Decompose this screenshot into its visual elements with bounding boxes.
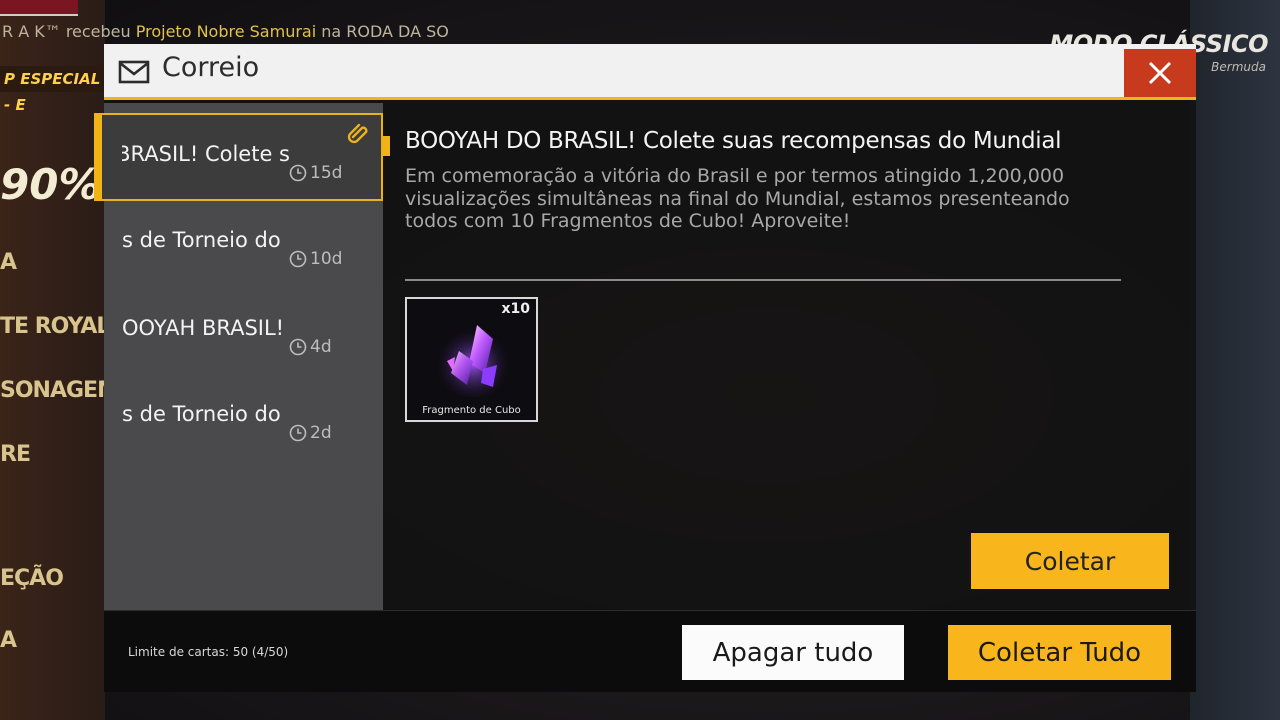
mail-list-item-selected[interactable]: BRASIL! Colete s 15d — [94, 113, 383, 201]
mail-age-label: 10d — [310, 249, 343, 269]
mail-age-label: 2d — [310, 423, 332, 443]
attachment-icon — [347, 123, 368, 144]
delete-all-button[interactable]: Apagar tudo — [682, 625, 904, 680]
mail-age-label: 15d — [310, 163, 343, 183]
modal-header: Correio — [104, 44, 1196, 100]
mail-limit-text: Limite de cartas: 50 (4/50) — [128, 645, 289, 659]
news-ticker: R A K™ recebeu Projeto Nobre Samurai na … — [0, 22, 560, 46]
title-marker — [383, 136, 390, 156]
close-icon — [1148, 61, 1172, 85]
mail-list-item[interactable]: OOYAH BRASIL! 4d — [104, 289, 383, 377]
promo-banner: P ESPECIAL - E — [0, 66, 110, 114]
mail-title: BOOYAH DO BRASIL! Colete suas recompensa… — [405, 128, 1062, 154]
collect-all-button[interactable]: Coletar Tudo — [948, 625, 1171, 680]
side-menu-item: SONAGEM — [0, 378, 119, 403]
modal-title: Correio — [162, 52, 260, 83]
side-menu-item: RE — [0, 442, 31, 467]
side-menu-item: EÇÃO — [0, 566, 64, 591]
envelope-icon — [118, 60, 150, 84]
promo-percent: 90% — [0, 160, 101, 209]
modal-footer: Limite de cartas: 50 (4/50) Apagar tudo … — [104, 610, 1196, 692]
clock-icon — [289, 164, 307, 182]
side-menu-item: A — [0, 250, 17, 275]
mail-list: BRASIL! Colete s 15d s de Torneio do 10d — [94, 103, 383, 610]
mail-age: 10d — [289, 249, 342, 269]
cube-fragment-icon — [435, 323, 511, 397]
mail-age: 2d — [289, 423, 332, 443]
mail-age: 15d — [289, 163, 342, 183]
ticker-highlight: Projeto Nobre Samurai — [135, 22, 317, 41]
clock-icon — [289, 424, 307, 442]
background-top-bar — [0, 0, 78, 16]
collect-button[interactable]: Coletar — [971, 533, 1169, 589]
game-mode-map: Bermuda — [1211, 60, 1266, 74]
mail-subject: OOYAH BRASIL! — [122, 316, 285, 340]
side-menu-item: A — [0, 628, 17, 653]
reward-quantity: x10 — [501, 301, 530, 317]
reward-name: Fragmento de Cubo — [422, 405, 521, 416]
mail-subject: s de Torneio do — [122, 228, 281, 252]
mail-list-item[interactable]: s de Torneio do 2d — [104, 375, 383, 463]
reward-item[interactable]: x10 Fragmento de Cubo — [405, 297, 538, 422]
ticker-suffix: na RODA DA SO — [316, 22, 449, 41]
clock-icon — [289, 338, 307, 356]
mail-age: 4d — [289, 337, 332, 357]
mail-content: BOOYAH DO BRASIL! Colete suas recompensa… — [383, 103, 1196, 610]
mail-age-label: 4d — [310, 337, 332, 357]
background-right-panel — [1190, 0, 1280, 720]
clock-icon — [289, 250, 307, 268]
mail-subject: BRASIL! Colete s — [122, 142, 290, 166]
mail-body: Em comemoração a vitória do Brasil e por… — [405, 165, 1070, 232]
mail-subject: s de Torneio do — [122, 402, 281, 426]
mail-modal: Correio BRASIL! Colete s 15d s de Tornei… — [94, 44, 1196, 692]
mail-list-item[interactable]: s de Torneio do 10d — [104, 201, 383, 289]
close-button[interactable] — [1124, 49, 1196, 97]
ticker-prefix: R A K™ recebeu — [2, 22, 136, 41]
content-divider — [405, 279, 1121, 281]
